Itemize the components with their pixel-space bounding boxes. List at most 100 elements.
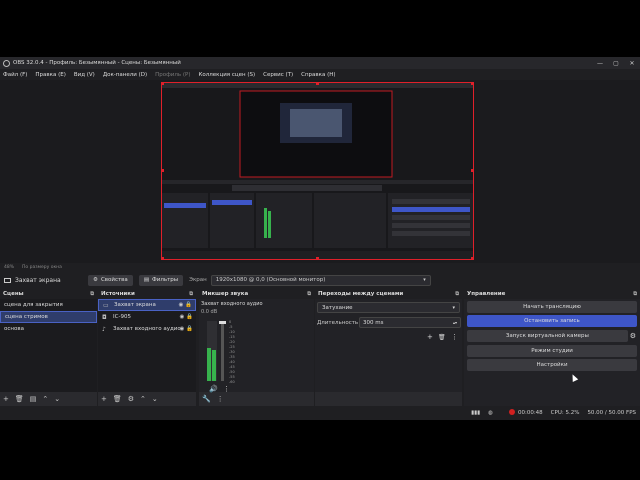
- resize-handle[interactable]: [471, 257, 473, 259]
- db-scale-tick: -45: [229, 365, 235, 369]
- db-scale: 0 -5 -10 -15 -20 -25 -30 -35 -40 -45 -50 -55 -60: [229, 320, 243, 384]
- microphone-icon: ♪: [102, 325, 106, 333]
- menu-dots-icon[interactable]: ⋮: [451, 333, 458, 341]
- scene-item-label: сцена для закрытия: [4, 302, 63, 308]
- gear-icon[interactable]: ⚙: [630, 332, 636, 340]
- fit-to-window[interactable]: По размеру окна: [22, 265, 62, 270]
- menu-docks[interactable]: Док-панели (D): [103, 72, 147, 78]
- settings-button[interactable]: Настройки: [467, 359, 637, 371]
- controls-title: Управление: [467, 291, 506, 297]
- eye-lock-icons[interactable]: ◉ 🔒: [180, 314, 193, 320]
- context-bar: Захват экрана ⚙ Свойства ▤ Фильтры Экран…: [0, 272, 640, 288]
- transition-select[interactable]: Затухание ▾: [317, 302, 460, 313]
- preview-area: [0, 80, 640, 263]
- start-streaming-button[interactable]: Начать трансляцию: [467, 301, 637, 313]
- add-icon[interactable]: +: [3, 395, 9, 403]
- meter-bar-right: [212, 350, 216, 381]
- undock-icon[interactable]: ⧉: [307, 291, 311, 297]
- duration-value: 300 ms: [363, 319, 384, 326]
- menu-file[interactable]: Файл (F): [3, 72, 27, 78]
- properties-button[interactable]: ⚙ Свойства: [88, 274, 133, 286]
- start-virtual-camera-button[interactable]: Запуск виртуальной камеры: [467, 330, 628, 342]
- scenes-toolbar: + 🗑 ▤ ⌃ ⌄: [0, 392, 97, 406]
- status-bar: ▮▮▮ ◍ 00:00:48 CPU: 5.2% 50.00 / 50.00 F…: [0, 406, 640, 420]
- resize-handle[interactable]: [162, 257, 164, 259]
- window-title: OBS 32.0.4 - Профиль: Безымянный - Сцены…: [13, 60, 181, 66]
- scenes-dock: Сцены ⧉ сцена для закрытия сцена стримов…: [0, 289, 97, 406]
- fader-handle[interactable]: [219, 321, 226, 324]
- arrow-down-icon[interactable]: ⌄: [54, 395, 60, 403]
- trash-icon[interactable]: 🗑: [15, 395, 24, 403]
- db-scale-tick: -30: [229, 350, 235, 354]
- screen-select-value: 1920x1080 @ 0,0 (Основной монитор): [215, 277, 326, 283]
- add-icon[interactable]: +: [427, 333, 433, 341]
- maximize-button[interactable]: ▢: [608, 57, 624, 69]
- eye-lock-icons[interactable]: ◉ 🔒: [180, 326, 193, 332]
- filter-icon[interactable]: ▤: [30, 395, 37, 403]
- record-icon: [501, 409, 515, 417]
- preview-recursive-screen: [162, 83, 473, 259]
- resize-handle[interactable]: [162, 83, 164, 85]
- undock-icon[interactable]: ⧉: [633, 291, 637, 297]
- obs-window: OBS 32.0.4 - Профиль: Безымянный - Сцены…: [0, 57, 640, 420]
- meter-bar-left: [207, 348, 211, 381]
- resize-handle[interactable]: [316, 257, 319, 259]
- stream-status-icon: ◍: [488, 410, 493, 416]
- source-item-label: Захват входного аудио: [113, 326, 181, 332]
- resize-handle[interactable]: [316, 83, 319, 85]
- screen-select[interactable]: 1920x1080 @ 0,0 (Основной монитор) ▾: [210, 274, 431, 286]
- cpu-usage: CPU: 5.2%: [550, 410, 580, 416]
- menu-view[interactable]: Вид (V): [74, 72, 95, 78]
- resize-handle[interactable]: [471, 169, 473, 172]
- db-scale-tick: -50: [229, 370, 235, 374]
- studio-mode-button[interactable]: Режим студии: [467, 345, 637, 357]
- mixer-body: Захват входного аудио 0.0 dB 0 -5 -10 -15 -2…: [199, 299, 314, 393]
- volume-fader[interactable]: [219, 321, 226, 381]
- arrow-up-icon[interactable]: ⌃: [140, 395, 146, 403]
- scene-item[interactable]: основа: [0, 323, 97, 335]
- trash-icon[interactable]: 🗑: [438, 334, 446, 341]
- scene-item-label: основа: [4, 326, 24, 332]
- scenes-header: Сцены ⧉: [0, 289, 97, 299]
- menu-edit[interactable]: Правка (E): [35, 72, 65, 78]
- add-icon[interactable]: +: [101, 395, 107, 403]
- menu-scene-collection[interactable]: Коллекция сцен (S): [198, 72, 255, 78]
- menu-tools[interactable]: Сервис (T): [263, 72, 293, 78]
- zoom-level[interactable]: 48%: [4, 265, 14, 270]
- preview-canvas[interactable]: [161, 82, 474, 260]
- db-scale-tick: -10: [229, 330, 235, 334]
- minimize-button[interactable]: —: [592, 57, 608, 69]
- db-scale-tick: -20: [229, 340, 235, 344]
- filters-button[interactable]: ▤ Фильтры: [138, 274, 184, 286]
- scenes-list: сцена для закрытия сцена стримов основа: [0, 299, 97, 392]
- undock-icon[interactable]: ⧉: [455, 291, 459, 297]
- eye-lock-icons[interactable]: ◉ 🔒: [179, 302, 192, 308]
- spinner-icon[interactable]: ▴▾: [453, 320, 457, 325]
- db-scale-tick: -5: [229, 325, 233, 329]
- resize-handle[interactable]: [471, 83, 473, 85]
- signal-bars-icon: ▮▮▮: [471, 410, 481, 416]
- wrench-icon[interactable]: 🔧: [202, 395, 211, 403]
- menu-dots-icon[interactable]: ⋮: [217, 395, 224, 403]
- gear-icon[interactable]: ⚙: [128, 395, 134, 403]
- mixer-title: Микшер звука: [202, 291, 249, 297]
- source-item[interactable]: ♪ Захват входного аудио ◉ 🔒: [98, 323, 196, 335]
- close-button[interactable]: ✕: [624, 57, 640, 69]
- duration-input[interactable]: 300 ms ▴▾: [359, 317, 461, 328]
- arrow-down-icon[interactable]: ⌄: [152, 395, 158, 403]
- sources-title: Источники: [101, 291, 135, 297]
- source-item-label: Захват экрана: [114, 302, 156, 308]
- menu-profile[interactable]: Профиль (P): [155, 72, 190, 78]
- trash-icon[interactable]: 🗑: [113, 395, 122, 403]
- stop-recording-button[interactable]: Остановить запись: [467, 315, 637, 327]
- undock-icon[interactable]: ⧉: [90, 291, 94, 297]
- scene-item[interactable]: сцена стримов: [0, 311, 97, 323]
- scene-item[interactable]: сцена для закрытия: [0, 299, 97, 311]
- arrow-up-icon[interactable]: ⌃: [42, 395, 48, 403]
- undock-icon[interactable]: ⧉: [189, 291, 193, 297]
- resize-handle[interactable]: [162, 169, 164, 172]
- source-item[interactable]: ▭ Захват экрана ◉ 🔒: [98, 299, 196, 311]
- source-item[interactable]: ◘ IC-905 ◉ 🔒: [98, 311, 196, 323]
- menu-help[interactable]: Справка (H): [301, 72, 335, 78]
- db-scale-tick: -35: [229, 355, 235, 359]
